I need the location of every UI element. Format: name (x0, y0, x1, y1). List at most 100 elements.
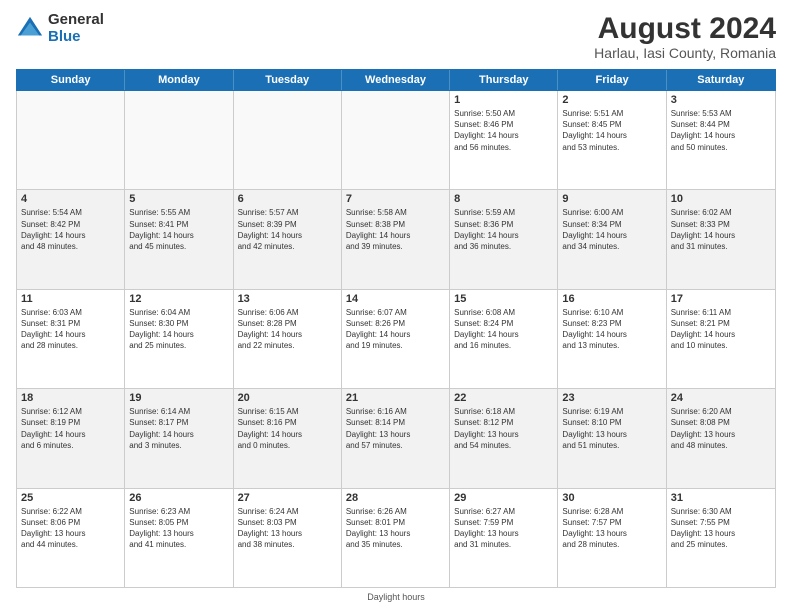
day-number: 9 (562, 193, 661, 205)
day-info: Sunrise: 6:04 AM Sunset: 8:30 PM Dayligh… (129, 307, 228, 352)
calendar-header: SundayMondayTuesdayWednesdayThursdayFrid… (16, 69, 776, 91)
day-number: 27 (238, 492, 337, 504)
day-number: 7 (346, 193, 445, 205)
calendar-cell: 9 Sunrise: 6:00 AM Sunset: 8:34 PM Daylig… (558, 190, 666, 288)
logo-icon (16, 15, 44, 43)
day-number: 17 (671, 293, 771, 305)
day-info: Sunrise: 6:28 AM Sunset: 7:57 PM Dayligh… (562, 506, 661, 551)
calendar-cell: 2 Sunrise: 5:51 AM Sunset: 8:45 PM Daylig… (558, 91, 666, 189)
calendar-cell: 5 Sunrise: 5:55 AM Sunset: 8:41 PM Daylig… (125, 190, 233, 288)
day-info: Sunrise: 6:26 AM Sunset: 8:01 PM Dayligh… (346, 506, 445, 551)
day-number: 5 (129, 193, 228, 205)
day-number: 26 (129, 492, 228, 504)
day-info: Sunrise: 6:15 AM Sunset: 8:16 PM Dayligh… (238, 406, 337, 451)
day-number: 10 (671, 193, 771, 205)
day-number: 2 (562, 94, 661, 106)
calendar-cell: 16Sunrise: 6:10 AM Sunset: 8:23 PM Dayli… (558, 290, 666, 388)
calendar-cell: 14Sunrise: 6:07 AM Sunset: 8:26 PM Dayli… (342, 290, 450, 388)
day-number: 21 (346, 392, 445, 404)
day-info: Sunrise: 6:06 AM Sunset: 8:28 PM Dayligh… (238, 307, 337, 352)
calendar-cell: 31Sunrise: 6:30 AM Sunset: 7:55 PM Dayli… (667, 489, 775, 587)
calendar-cell (342, 91, 450, 189)
day-number: 25 (21, 492, 120, 504)
calendar-cell: 11Sunrise: 6:03 AM Sunset: 8:31 PM Dayli… (17, 290, 125, 388)
day-info: Sunrise: 5:55 AM Sunset: 8:41 PM Dayligh… (129, 207, 228, 252)
calendar-row: 4Sunrise: 5:54 AM Sunset: 8:42 PM Daylig… (17, 190, 775, 289)
weekday-header: Wednesday (342, 70, 450, 90)
day-info: Sunrise: 5:50 AM Sunset: 8:46 PM Dayligh… (454, 108, 553, 153)
calendar-cell: 20 Sunrise: 6:15 AM Sunset: 8:16 PM Dayli… (234, 389, 342, 487)
day-info: Sunrise: 5:59 AM Sunset: 8:36 PM Dayligh… (454, 207, 553, 252)
day-number: 13 (238, 293, 337, 305)
title-block: August 2024 Harlau, Iasi County, Romania (594, 12, 776, 61)
logo-general: General (48, 12, 104, 29)
calendar-row: 11Sunrise: 6:03 AM Sunset: 8:31 PM Dayli… (17, 290, 775, 389)
day-number: 15 (454, 293, 553, 305)
day-info: Sunrise: 6:10 AM Sunset: 8:23 PM Dayligh… (562, 307, 661, 352)
day-number: 1 (454, 94, 553, 106)
calendar-cell: 25Sunrise: 6:22 AM Sunset: 8:06 PM Dayli… (17, 489, 125, 587)
subtitle: Harlau, Iasi County, Romania (594, 45, 776, 61)
calendar-cell: 23Sunrise: 6:19 AM Sunset: 8:10 PM Dayli… (558, 389, 666, 487)
day-info: Sunrise: 5:51 AM Sunset: 8:45 PM Dayligh… (562, 108, 661, 153)
day-number: 8 (454, 193, 553, 205)
day-info: Sunrise: 6:02 AM Sunset: 8:33 PM Dayligh… (671, 207, 771, 252)
calendar-cell: 6Sunrise: 5:57 AM Sunset: 8:39 PM Daylig… (234, 190, 342, 288)
day-number: 18 (21, 392, 120, 404)
day-number: 28 (346, 492, 445, 504)
logo-blue: Blue (48, 29, 104, 46)
calendar-cell: 12 Sunrise: 6:04 AM Sunset: 8:30 PM Dayli… (125, 290, 233, 388)
calendar-cell: 24 Sunrise: 6:20 AM Sunset: 8:08 PM Dayli… (667, 389, 775, 487)
calendar-cell: 4Sunrise: 5:54 AM Sunset: 8:42 PM Daylig… (17, 190, 125, 288)
weekday-header: Saturday (667, 70, 775, 90)
footer-note: Daylight hours (16, 592, 776, 602)
day-number: 30 (562, 492, 661, 504)
calendar-row: 18Sunrise: 6:12 AM Sunset: 8:19 PM Dayli… (17, 389, 775, 488)
calendar-cell: 19 Sunrise: 6:14 AM Sunset: 8:17 PM Dayli… (125, 389, 233, 487)
weekday-header: Tuesday (234, 70, 342, 90)
day-number: 22 (454, 392, 553, 404)
calendar-cell: 7 Sunrise: 5:58 AM Sunset: 8:38 PM Daylig… (342, 190, 450, 288)
day-number: 19 (129, 392, 228, 404)
calendar-cell: 8 Sunrise: 5:59 AM Sunset: 8:36 PM Daylig… (450, 190, 558, 288)
calendar-cell: 13 Sunrise: 6:06 AM Sunset: 8:28 PM Dayli… (234, 290, 342, 388)
day-info: Sunrise: 6:00 AM Sunset: 8:34 PM Dayligh… (562, 207, 661, 252)
calendar-cell: 18Sunrise: 6:12 AM Sunset: 8:19 PM Dayli… (17, 389, 125, 487)
day-info: Sunrise: 6:23 AM Sunset: 8:05 PM Dayligh… (129, 506, 228, 551)
day-info: Sunrise: 6:14 AM Sunset: 8:17 PM Dayligh… (129, 406, 228, 451)
day-number: 31 (671, 492, 771, 504)
weekday-header: Monday (125, 70, 233, 90)
weekday-header: Sunday (17, 70, 125, 90)
day-info: Sunrise: 6:11 AM Sunset: 8:21 PM Dayligh… (671, 307, 771, 352)
calendar-row: 1 Sunrise: 5:50 AM Sunset: 8:46 PM Daylig… (17, 91, 775, 190)
day-info: Sunrise: 6:20 AM Sunset: 8:08 PM Dayligh… (671, 406, 771, 451)
calendar-cell (125, 91, 233, 189)
calendar: SundayMondayTuesdayWednesdayThursdayFrid… (16, 69, 776, 588)
page: General Blue August 2024 Harlau, Iasi Co… (0, 0, 792, 612)
day-number: 6 (238, 193, 337, 205)
calendar-cell: 1 Sunrise: 5:50 AM Sunset: 8:46 PM Daylig… (450, 91, 558, 189)
logo-text: General Blue (48, 12, 104, 45)
calendar-cell: 27 Sunrise: 6:24 AM Sunset: 8:03 PM Dayli… (234, 489, 342, 587)
day-info: Sunrise: 6:03 AM Sunset: 8:31 PM Dayligh… (21, 307, 120, 352)
calendar-cell: 30 Sunrise: 6:28 AM Sunset: 7:57 PM Dayli… (558, 489, 666, 587)
weekday-header: Thursday (450, 70, 558, 90)
day-number: 14 (346, 293, 445, 305)
day-info: Sunrise: 6:24 AM Sunset: 8:03 PM Dayligh… (238, 506, 337, 551)
day-info: Sunrise: 5:54 AM Sunset: 8:42 PM Dayligh… (21, 207, 120, 252)
calendar-cell: 21Sunrise: 6:16 AM Sunset: 8:14 PM Dayli… (342, 389, 450, 487)
day-number: 24 (671, 392, 771, 404)
calendar-cell: 3Sunrise: 5:53 AM Sunset: 8:44 PM Daylig… (667, 91, 775, 189)
main-title: August 2024 (594, 12, 776, 45)
day-info: Sunrise: 6:08 AM Sunset: 8:24 PM Dayligh… (454, 307, 553, 352)
day-info: Sunrise: 5:58 AM Sunset: 8:38 PM Dayligh… (346, 207, 445, 252)
calendar-cell: 28 Sunrise: 6:26 AM Sunset: 8:01 PM Dayli… (342, 489, 450, 587)
day-number: 20 (238, 392, 337, 404)
calendar-cell: 22Sunrise: 6:18 AM Sunset: 8:12 PM Dayli… (450, 389, 558, 487)
calendar-cell: 10 Sunrise: 6:02 AM Sunset: 8:33 PM Dayli… (667, 190, 775, 288)
day-number: 3 (671, 94, 771, 106)
weekday-header: Friday (558, 70, 666, 90)
day-number: 12 (129, 293, 228, 305)
calendar-cell: 17 Sunrise: 6:11 AM Sunset: 8:21 PM Dayli… (667, 290, 775, 388)
day-info: Sunrise: 6:27 AM Sunset: 7:59 PM Dayligh… (454, 506, 553, 551)
